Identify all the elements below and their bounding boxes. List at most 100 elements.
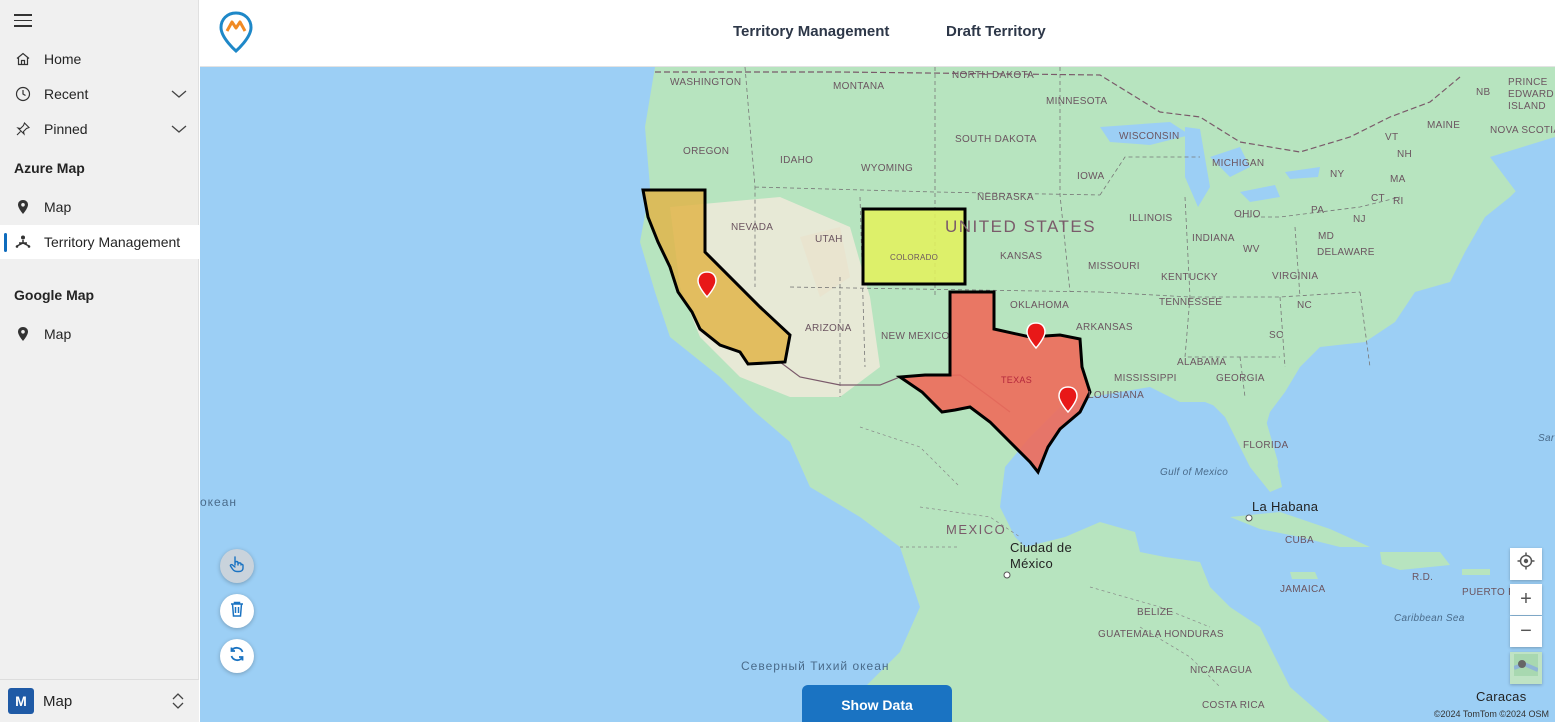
- tab-territory-management[interactable]: Territory Management: [733, 23, 889, 40]
- sidebar-item-label: Pinned: [44, 121, 88, 137]
- map-attribution: ©2024 TomTom ©2024 OSM: [1433, 709, 1549, 719]
- map-label-state: FLORIDA: [1243, 440, 1289, 451]
- sidebar-item-recent[interactable]: Recent: [0, 77, 199, 111]
- map-canvas[interactable]: WASHINGTON MONTANA NORTH DAKOTA MINNESOT…: [200, 67, 1555, 722]
- sidebar-item-label: Map: [44, 199, 72, 215]
- map-label-city: Ciudad de México: [1010, 540, 1072, 571]
- map-label-country: JAMAICA: [1280, 584, 1326, 595]
- map-label-state: ARIZONA: [805, 323, 852, 334]
- group-label-azure-map: Azure Map: [14, 160, 85, 176]
- map-label-state: KANSAS: [1000, 251, 1043, 262]
- chevron-up-down-icon[interactable]: [171, 692, 185, 715]
- map-label-ocean: океан: [200, 495, 238, 509]
- map-label-state: MICHIGAN: [1212, 158, 1265, 169]
- map-label-state: NEVADA: [731, 222, 774, 233]
- map-label-country: COSTA RICA: [1202, 700, 1265, 711]
- map-label-state: NH: [1397, 149, 1413, 160]
- map-label-country-usa: UNITED STATES: [945, 217, 1097, 236]
- map-label-state: SC: [1269, 330, 1284, 341]
- refresh-icon: [228, 645, 246, 668]
- map-label-state: IOWA: [1077, 171, 1105, 182]
- sidebar-item-label: Map: [44, 326, 72, 342]
- map-label-country: GUATEMALA HONDURAS: [1098, 629, 1224, 640]
- map-label-state: MA: [1390, 174, 1406, 185]
- map-label-country: CUBA: [1285, 535, 1314, 546]
- app-logo-icon: [219, 11, 253, 58]
- sidebar: Home Recent Pinned Azure Map Map Territo…: [0, 0, 199, 722]
- minus-icon: −: [1520, 620, 1532, 642]
- map-label-state: WISCONSIN: [1119, 131, 1180, 142]
- sidebar-item-pinned[interactable]: Pinned: [0, 112, 199, 146]
- home-icon: [12, 48, 34, 70]
- sidebar-item-label: Home: [44, 51, 82, 67]
- map-label-country: MEXICO: [946, 522, 1007, 537]
- hamburger-menu-icon[interactable]: [14, 14, 32, 28]
- map-label-country: R.D.: [1412, 572, 1434, 583]
- map-label-state: WV: [1243, 244, 1260, 255]
- chevron-down-icon[interactable]: [171, 86, 187, 105]
- my-location-button[interactable]: [1510, 548, 1542, 580]
- map-style-button[interactable]: [1510, 652, 1542, 684]
- map-label-state: WYOMING: [861, 163, 914, 174]
- hand-pointer-icon: [228, 555, 246, 578]
- sidebar-item-google-map[interactable]: Map: [0, 317, 199, 351]
- trash-icon: [229, 600, 245, 623]
- map-label-state: OREGON: [683, 146, 730, 157]
- map-label-state: NJ: [1353, 214, 1366, 225]
- tab-draft-territory[interactable]: Draft Territory: [946, 23, 1046, 40]
- area-switcher[interactable]: M Map: [0, 679, 199, 722]
- pan-tool-button[interactable]: [220, 549, 254, 583]
- map-label-state: INDIANA: [1192, 233, 1235, 244]
- map-label-state: PA: [1311, 205, 1325, 216]
- map-label-state: MONTANA: [833, 81, 885, 92]
- sidebar-item-label: Territory Management: [44, 234, 181, 250]
- map-pin-icon: [12, 196, 34, 218]
- map-label-state: LOUISIANA: [1088, 390, 1145, 401]
- map-label-state: MISSOURI: [1088, 261, 1140, 272]
- map-label-country: BELIZE: [1137, 607, 1174, 618]
- map-label-state: SOUTH DAKOTA: [955, 134, 1037, 145]
- map-label-state: TEXAS: [1001, 375, 1033, 385]
- map-label-state: COLORADO: [890, 253, 939, 262]
- zoom-in-button[interactable]: +: [1510, 584, 1542, 615]
- territory-icon: [12, 231, 34, 253]
- clock-icon: [12, 83, 34, 105]
- map-label-city: Caracas: [1476, 689, 1527, 704]
- map-label-city: La Habana: [1252, 499, 1319, 514]
- group-label-google-map: Google Map: [14, 287, 95, 303]
- map-label-province: PRINCE EDWARD ISLAND: [1508, 77, 1554, 112]
- sidebar-item-azure-map[interactable]: Map: [0, 190, 199, 224]
- delete-button[interactable]: [220, 594, 254, 628]
- sidebar-item-home[interactable]: Home: [0, 42, 199, 76]
- app-header: Territory Management Draft Territory: [200, 0, 1555, 67]
- map-label-state: ILLINOIS: [1129, 213, 1173, 224]
- map-label-state: MISSISSIPPI: [1114, 373, 1177, 384]
- show-data-button[interactable]: Show Data: [802, 685, 952, 722]
- crosshair-icon: [1517, 552, 1535, 576]
- map-label-state: KENTUCKY: [1161, 272, 1218, 283]
- map-label-state: NY: [1330, 169, 1345, 180]
- map-label-water: Gulf of Mexico: [1160, 467, 1229, 478]
- map-label-water: Sar: [1538, 433, 1555, 444]
- map-label-water: Caribbean Sea: [1394, 613, 1465, 624]
- chevron-down-icon[interactable]: [171, 121, 187, 140]
- map-label-state: NEW MEXICO: [881, 331, 950, 342]
- sidebar-item-territory-management[interactable]: Territory Management: [0, 225, 199, 259]
- map-pin-icon: [12, 323, 34, 345]
- pin-icon: [12, 118, 34, 140]
- map-label-state: IDAHO: [780, 155, 814, 166]
- map-label-state: MD: [1318, 231, 1335, 242]
- map-label-province: NOVA SCOTIA: [1490, 125, 1555, 136]
- map-label-country: NICARAGUA: [1190, 665, 1253, 676]
- map-label-state: NC: [1297, 300, 1313, 311]
- map-label-state: NEBRASKA: [977, 192, 1034, 203]
- map-label-state: VIRGINIA: [1272, 271, 1319, 282]
- area-badge: M: [8, 688, 34, 714]
- map-label-state: VT: [1385, 132, 1399, 143]
- zoom-out-button[interactable]: −: [1510, 616, 1542, 647]
- map-label-state: ALABAMA: [1177, 357, 1227, 368]
- refresh-button[interactable]: [220, 639, 254, 673]
- map-label-state: UTAH: [815, 234, 843, 245]
- map-style-icon: [1513, 654, 1539, 682]
- map-label-state: CT: [1371, 193, 1385, 204]
